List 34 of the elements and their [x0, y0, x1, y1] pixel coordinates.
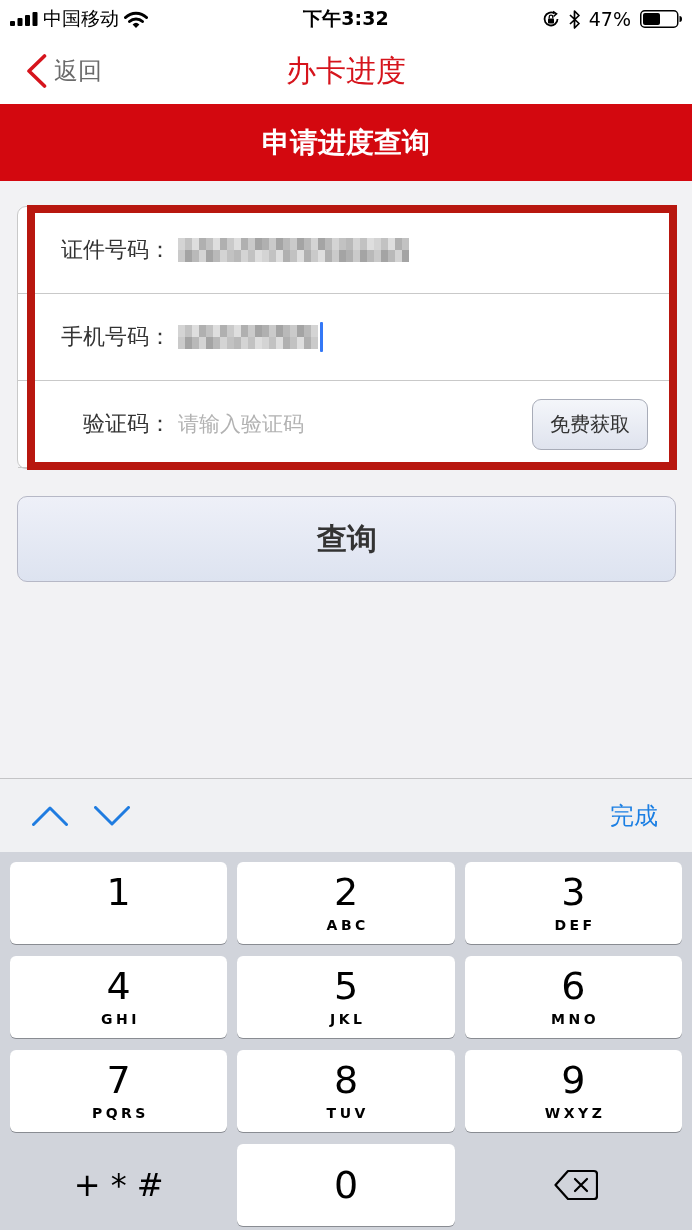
backspace-icon	[554, 1169, 599, 1201]
field-label: 证件号码：	[60, 236, 171, 264]
field-label: 验证码：	[82, 410, 171, 438]
signal-icon	[10, 12, 38, 26]
banner-title: 申请进度查询	[262, 124, 430, 161]
digit-key[interactable]: 0	[237, 1144, 455, 1226]
digit-key[interactable]: 9 WXYZ	[464, 1050, 682, 1132]
query-button[interactable]: 查询	[17, 496, 676, 582]
digit-key[interactable]: 1	[10, 862, 228, 944]
chevron-up-icon[interactable]	[32, 805, 68, 826]
digit-key[interactable]: 4 GHI	[10, 956, 228, 1038]
digit-key[interactable]: 3 DEF	[464, 862, 682, 944]
backspace-key[interactable]	[554, 1169, 599, 1201]
bluetooth-icon	[568, 9, 580, 29]
done-button[interactable]: 完成	[610, 799, 658, 832]
chevron-left-icon	[26, 54, 47, 88]
digit-key[interactable]: 5 JKL	[237, 956, 455, 1038]
rotation-lock-icon	[541, 10, 560, 28]
clock-time: 下午3:32	[303, 6, 389, 31]
back-button[interactable]: 返回	[26, 54, 102, 88]
get-code-button[interactable]: 免费获取	[532, 398, 648, 450]
symbols-key[interactable]: +*#	[63, 1166, 174, 1204]
digit-key[interactable]: 2 ABC	[237, 862, 455, 944]
chevron-down-icon[interactable]	[94, 805, 130, 826]
digit-key[interactable]: 8 TUV	[237, 1050, 455, 1132]
wifi-icon	[124, 10, 148, 28]
digit-key[interactable]: 7 PQRS	[10, 1050, 228, 1132]
battery-icon	[640, 10, 682, 28]
battery-percentage: 47%	[588, 8, 631, 30]
page-title: 办卡进度	[286, 51, 406, 90]
code-input-field[interactable]: 请输入验证码	[178, 404, 532, 444]
carrier-name: 中国移动	[43, 6, 119, 31]
digit-key[interactable]: 6 MNO	[464, 956, 682, 1038]
field-label: 手机号码：	[60, 323, 171, 351]
